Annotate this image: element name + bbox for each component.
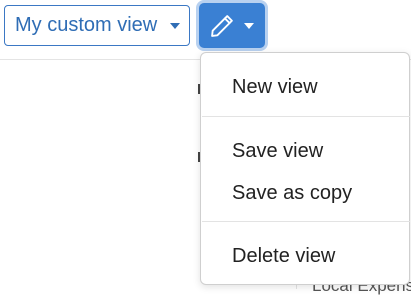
menu-item-label: Delete view	[232, 244, 336, 267]
menu-item-save-as-copy[interactable]: Save as copy	[201, 173, 409, 213]
edit-view-button[interactable]	[199, 3, 265, 48]
menu-divider	[202, 221, 410, 222]
view-select-button[interactable]: My custom view	[4, 5, 190, 46]
pencil-icon	[211, 14, 233, 37]
menu-item-save-view[interactable]: Save view	[201, 131, 409, 171]
menu-item-label: New view	[232, 75, 318, 98]
chevron-down-icon	[244, 23, 254, 29]
menu-item-delete-view[interactable]: Delete view	[201, 236, 409, 276]
menu-divider	[202, 116, 410, 117]
menu-item-label: Save view	[232, 139, 324, 162]
view-select-label: My custom view	[15, 14, 158, 36]
view-actions-menu: New view Save view Save as copy Delete v…	[200, 52, 410, 285]
menu-item-new-view[interactable]: New view	[201, 67, 409, 107]
menu-item-label: Save as copy	[232, 181, 353, 204]
chevron-down-icon	[170, 23, 180, 29]
